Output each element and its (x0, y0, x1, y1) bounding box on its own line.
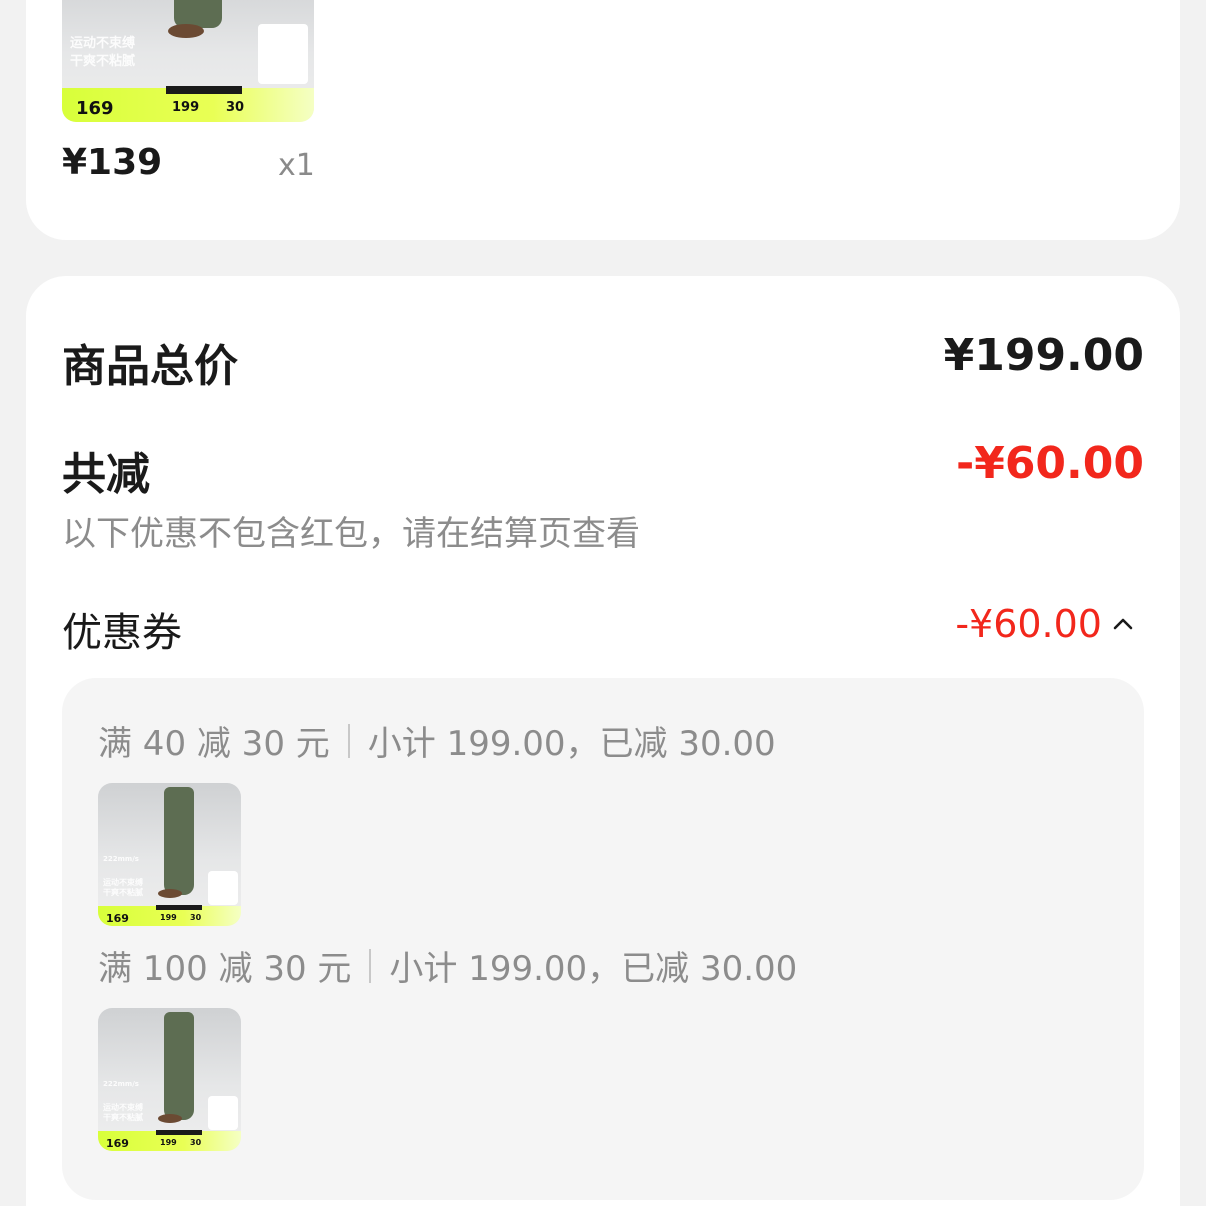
total-price-label: 商品总价 (62, 341, 238, 392)
product-quantity: x1 (278, 148, 315, 183)
product-slogan-2: 干爽不粘腻 (103, 888, 143, 897)
discount-value: -¥60.00 (955, 438, 1144, 489)
discount-hint: 以下优惠不包含红包，请在结算页查看 (62, 514, 640, 554)
product-side-tag (208, 871, 238, 905)
divider (369, 948, 372, 983)
product-promo-eq-a: 199 (160, 913, 177, 922)
coupon-subtotal: 小计 199.00，已减 30.00 (389, 949, 798, 989)
coupon-label: 优惠券 (62, 610, 182, 656)
product-slogan-1: 运动不束缚 (70, 36, 136, 51)
chevron-up-icon[interactable] (1112, 613, 1134, 635)
coupon-product-thumbnail[interactable]: 222mm/s 运动不束缚 干爽不粘腻 169 199 30 (98, 783, 241, 926)
product-promo-eq-b: 30 (190, 1138, 202, 1147)
product-slogan-2: 干爽不粘腻 (70, 54, 136, 69)
coupon-rule-row: 满 100 减 30 元 小计 199.00，已减 30.00 (98, 941, 797, 990)
product-speed-text: 222mm/s (103, 855, 139, 863)
coupon-rule: 满 40 减 30 元 (98, 724, 330, 764)
product-promo-eq-b: 30 (226, 100, 245, 115)
product-side-tag (258, 24, 308, 84)
product-shoe-graphic (158, 1114, 182, 1123)
coupon-toggle[interactable]: -¥60.00 (955, 602, 1134, 646)
coupon-rule-row: 满 40 减 30 元 小计 199.00，已减 30.00 (98, 716, 776, 765)
product-price: ¥139 (62, 142, 163, 183)
order-detail-page: 运动不束缚 干爽不粘腻 169 199 30 ¥139 x1 商品总价 ¥199… (0, 0, 1206, 1206)
product-promo-eq-a: 199 (160, 1138, 177, 1147)
product-promo-eq-a: 199 (172, 100, 200, 115)
product-thumbnail[interactable]: 运动不束缚 干爽不粘腻 169 199 30 (62, 0, 314, 122)
product-shoe-graphic (158, 889, 182, 898)
product-promo-eq-b: 30 (190, 913, 202, 922)
coupon-rule: 满 100 减 30 元 (98, 949, 352, 989)
coupon-subtotal: 小计 199.00，已减 30.00 (367, 724, 776, 764)
product-promo-strip (156, 905, 202, 910)
coupon-product-thumbnail[interactable]: 222mm/s 运动不束缚 干爽不粘腻 169 199 30 (98, 1008, 241, 1151)
product-shoe-graphic (168, 24, 204, 38)
product-side-tag (208, 1096, 238, 1130)
product-promo-strip (166, 86, 242, 94)
product-promo-price: 169 (106, 912, 129, 925)
product-promo-strip (156, 1130, 202, 1135)
discount-label: 共减 (62, 449, 150, 500)
divider (347, 723, 350, 758)
product-speed-text: 222mm/s (103, 1080, 139, 1088)
coupon-value: -¥60.00 (955, 602, 1102, 646)
product-promo-price: 169 (76, 98, 114, 119)
product-pants-graphic (164, 787, 194, 895)
total-price-value: ¥199.00 (943, 330, 1144, 381)
product-pants-graphic (164, 1012, 194, 1120)
product-slogan-2: 干爽不粘腻 (103, 1113, 143, 1122)
product-promo-price: 169 (106, 1137, 129, 1150)
